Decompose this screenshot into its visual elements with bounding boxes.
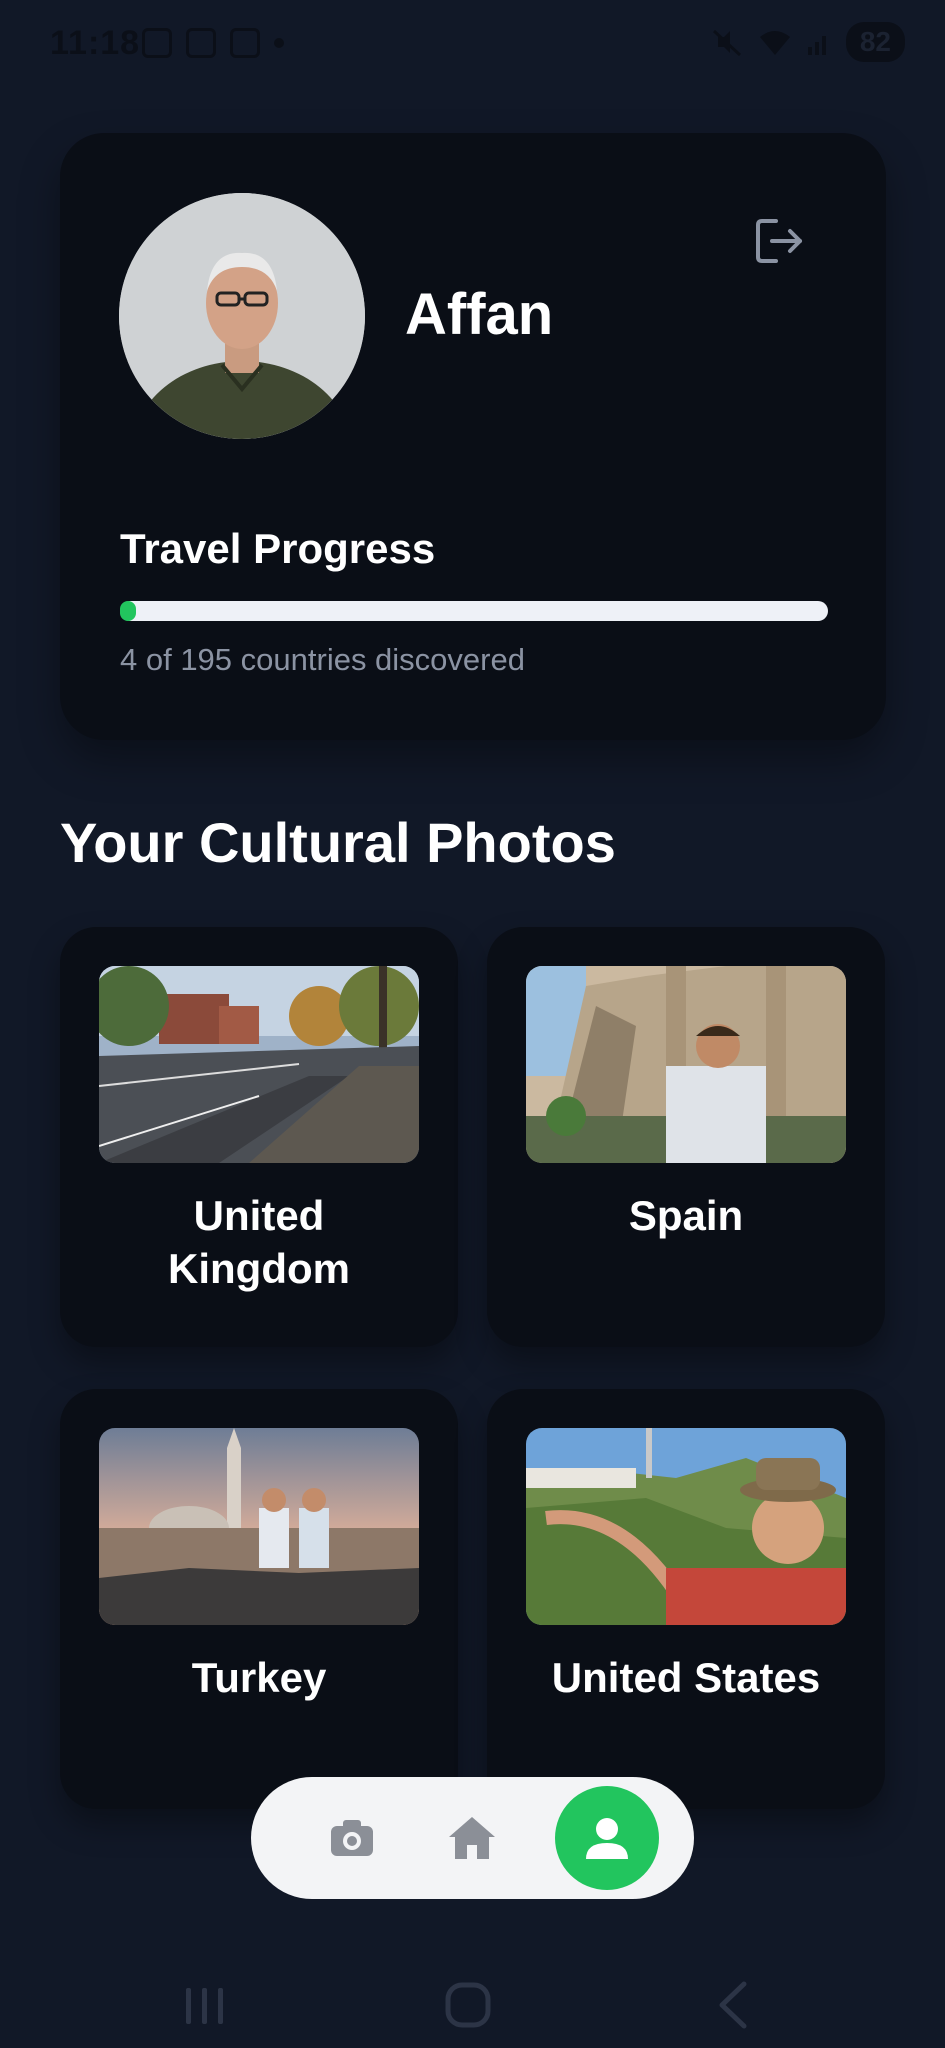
photo-united-kingdom bbox=[99, 966, 419, 1163]
camera-icon bbox=[331, 1820, 373, 1856]
logout-icon[interactable] bbox=[754, 215, 806, 267]
photo-turkey bbox=[99, 1428, 419, 1625]
photo-label-united-states: United States bbox=[487, 1651, 885, 1704]
photo-label-line1: United States bbox=[551, 1654, 821, 1701]
photo-card-turkey[interactable]: Turkey bbox=[60, 1389, 458, 1809]
photo-united-states bbox=[526, 1428, 846, 1625]
photo-label-line2: Kingdom bbox=[168, 1245, 350, 1292]
photo-card-united-states[interactable]: United States bbox=[487, 1389, 885, 1809]
battery-level: 82 bbox=[859, 26, 891, 57]
status-left-icons bbox=[142, 28, 284, 58]
app-icon-2 bbox=[230, 28, 260, 58]
photo-label-spain: Spain bbox=[487, 1189, 885, 1242]
app-icon bbox=[186, 28, 216, 58]
signal-icon bbox=[807, 36, 826, 55]
system-nav-bar bbox=[0, 1950, 945, 2048]
travel-progress-caption: 4 of 195 countries discovered bbox=[120, 642, 525, 677]
travel-progress-bar bbox=[120, 601, 828, 621]
bottom-nav bbox=[251, 1777, 694, 1899]
travel-progress-fill bbox=[120, 601, 136, 621]
screenshot-icon bbox=[142, 28, 172, 58]
nav-camera[interactable] bbox=[291, 1777, 413, 1899]
photo-label-turkey: Turkey bbox=[60, 1651, 458, 1704]
battery-icon: 82 bbox=[845, 22, 905, 62]
avatar bbox=[119, 193, 365, 439]
profile-card: Affan Travel Progress 4 of 195 countries… bbox=[60, 133, 886, 740]
wifi-icon bbox=[759, 31, 790, 55]
photo-spain bbox=[526, 966, 846, 1163]
home-system-icon[interactable] bbox=[443, 1980, 493, 2030]
nav-profile[interactable] bbox=[555, 1786, 659, 1890]
status-right-icons: 82 bbox=[710, 22, 905, 62]
nav-home[interactable] bbox=[411, 1777, 533, 1899]
photo-label-united-kingdom: United Kingdom bbox=[60, 1189, 458, 1295]
mute-icon bbox=[712, 29, 741, 57]
status-bar: 11:18 82 bbox=[0, 0, 945, 90]
notification-dot bbox=[274, 38, 284, 48]
section-title: Your Cultural Photos bbox=[60, 811, 616, 874]
back-icon[interactable] bbox=[710, 1980, 760, 2030]
photo-card-spain[interactable]: Spain bbox=[487, 927, 885, 1347]
photo-label-line1: Spain bbox=[628, 1192, 744, 1239]
profile-icon bbox=[586, 1818, 628, 1859]
travel-progress-title: Travel Progress bbox=[120, 525, 436, 572]
profile-name: Affan bbox=[405, 282, 554, 347]
recent-apps-icon[interactable] bbox=[180, 1980, 230, 2030]
photo-label-line1: United bbox=[193, 1192, 325, 1239]
photo-card-united-kingdom[interactable]: United Kingdom bbox=[60, 927, 458, 1347]
avatar-photo bbox=[119, 193, 365, 439]
home-icon bbox=[449, 1817, 495, 1859]
photo-label-line1: Turkey bbox=[191, 1654, 327, 1701]
status-time: 11:18 bbox=[50, 24, 141, 62]
